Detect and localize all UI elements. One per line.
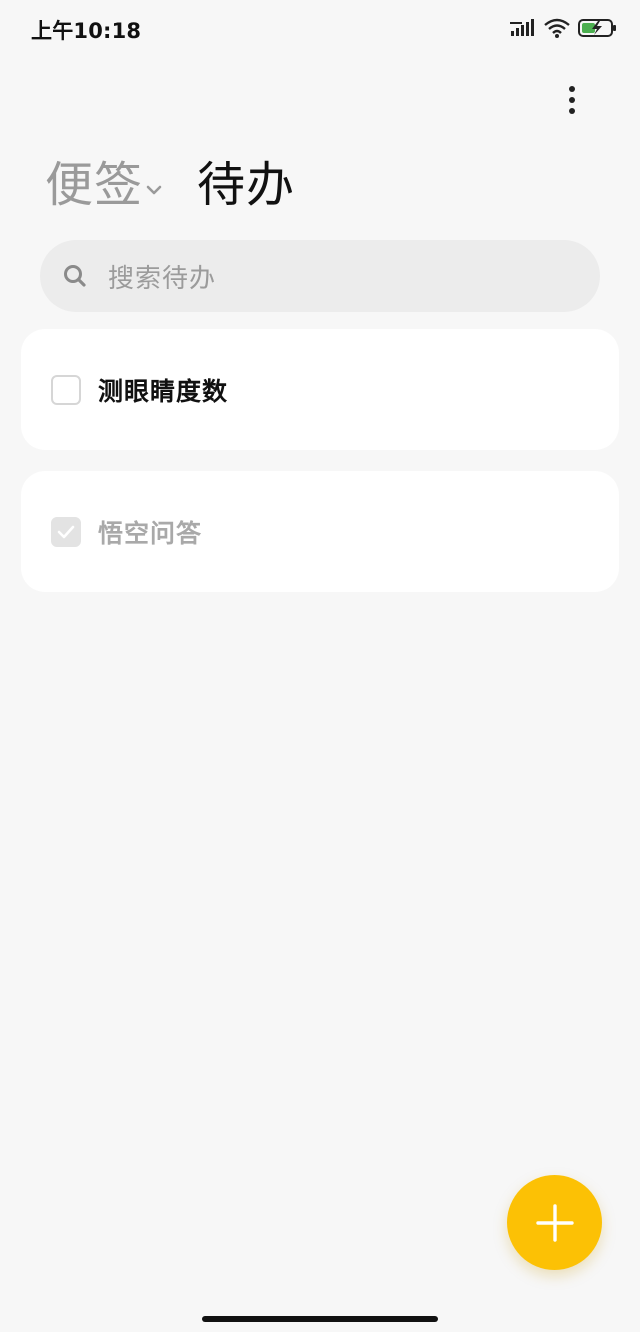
search-input[interactable]: 搜索待办: [40, 240, 600, 312]
status-icons: [510, 16, 618, 40]
add-todo-button[interactable]: [507, 1175, 602, 1270]
todo-text: 测眼睛度数: [98, 376, 229, 406]
search-placeholder: 搜索待办: [108, 263, 217, 294]
tab-notes[interactable]: 便签: [45, 150, 163, 220]
plus-icon: [535, 1203, 574, 1242]
more-vertical-icon: [569, 86, 575, 114]
status-bar: 上午10:18: [0, 0, 640, 56]
todo-item[interactable]: 悟空问答: [21, 471, 619, 592]
chevron-down-icon: [146, 185, 162, 195]
tab-notes-label: 便签: [45, 157, 144, 213]
todo-checkbox[interactable]: [51, 374, 81, 405]
more-options-button[interactable]: [552, 80, 592, 120]
tab-todo[interactable]: 待办: [197, 150, 295, 220]
todo-checkbox-checked[interactable]: [51, 516, 81, 547]
wifi-icon: [544, 18, 570, 38]
check-icon: [57, 525, 75, 538]
home-indicator[interactable]: [202, 1316, 438, 1322]
todo-text: 悟空问答: [98, 518, 203, 548]
header-tabs: 便签 待办: [45, 150, 295, 220]
signal-icon: [510, 19, 534, 36]
todo-item[interactable]: 测眼睛度数: [21, 329, 619, 450]
battery-charging-icon: [578, 19, 616, 37]
search-icon: [64, 265, 86, 287]
status-time: 上午10:18: [31, 19, 142, 43]
